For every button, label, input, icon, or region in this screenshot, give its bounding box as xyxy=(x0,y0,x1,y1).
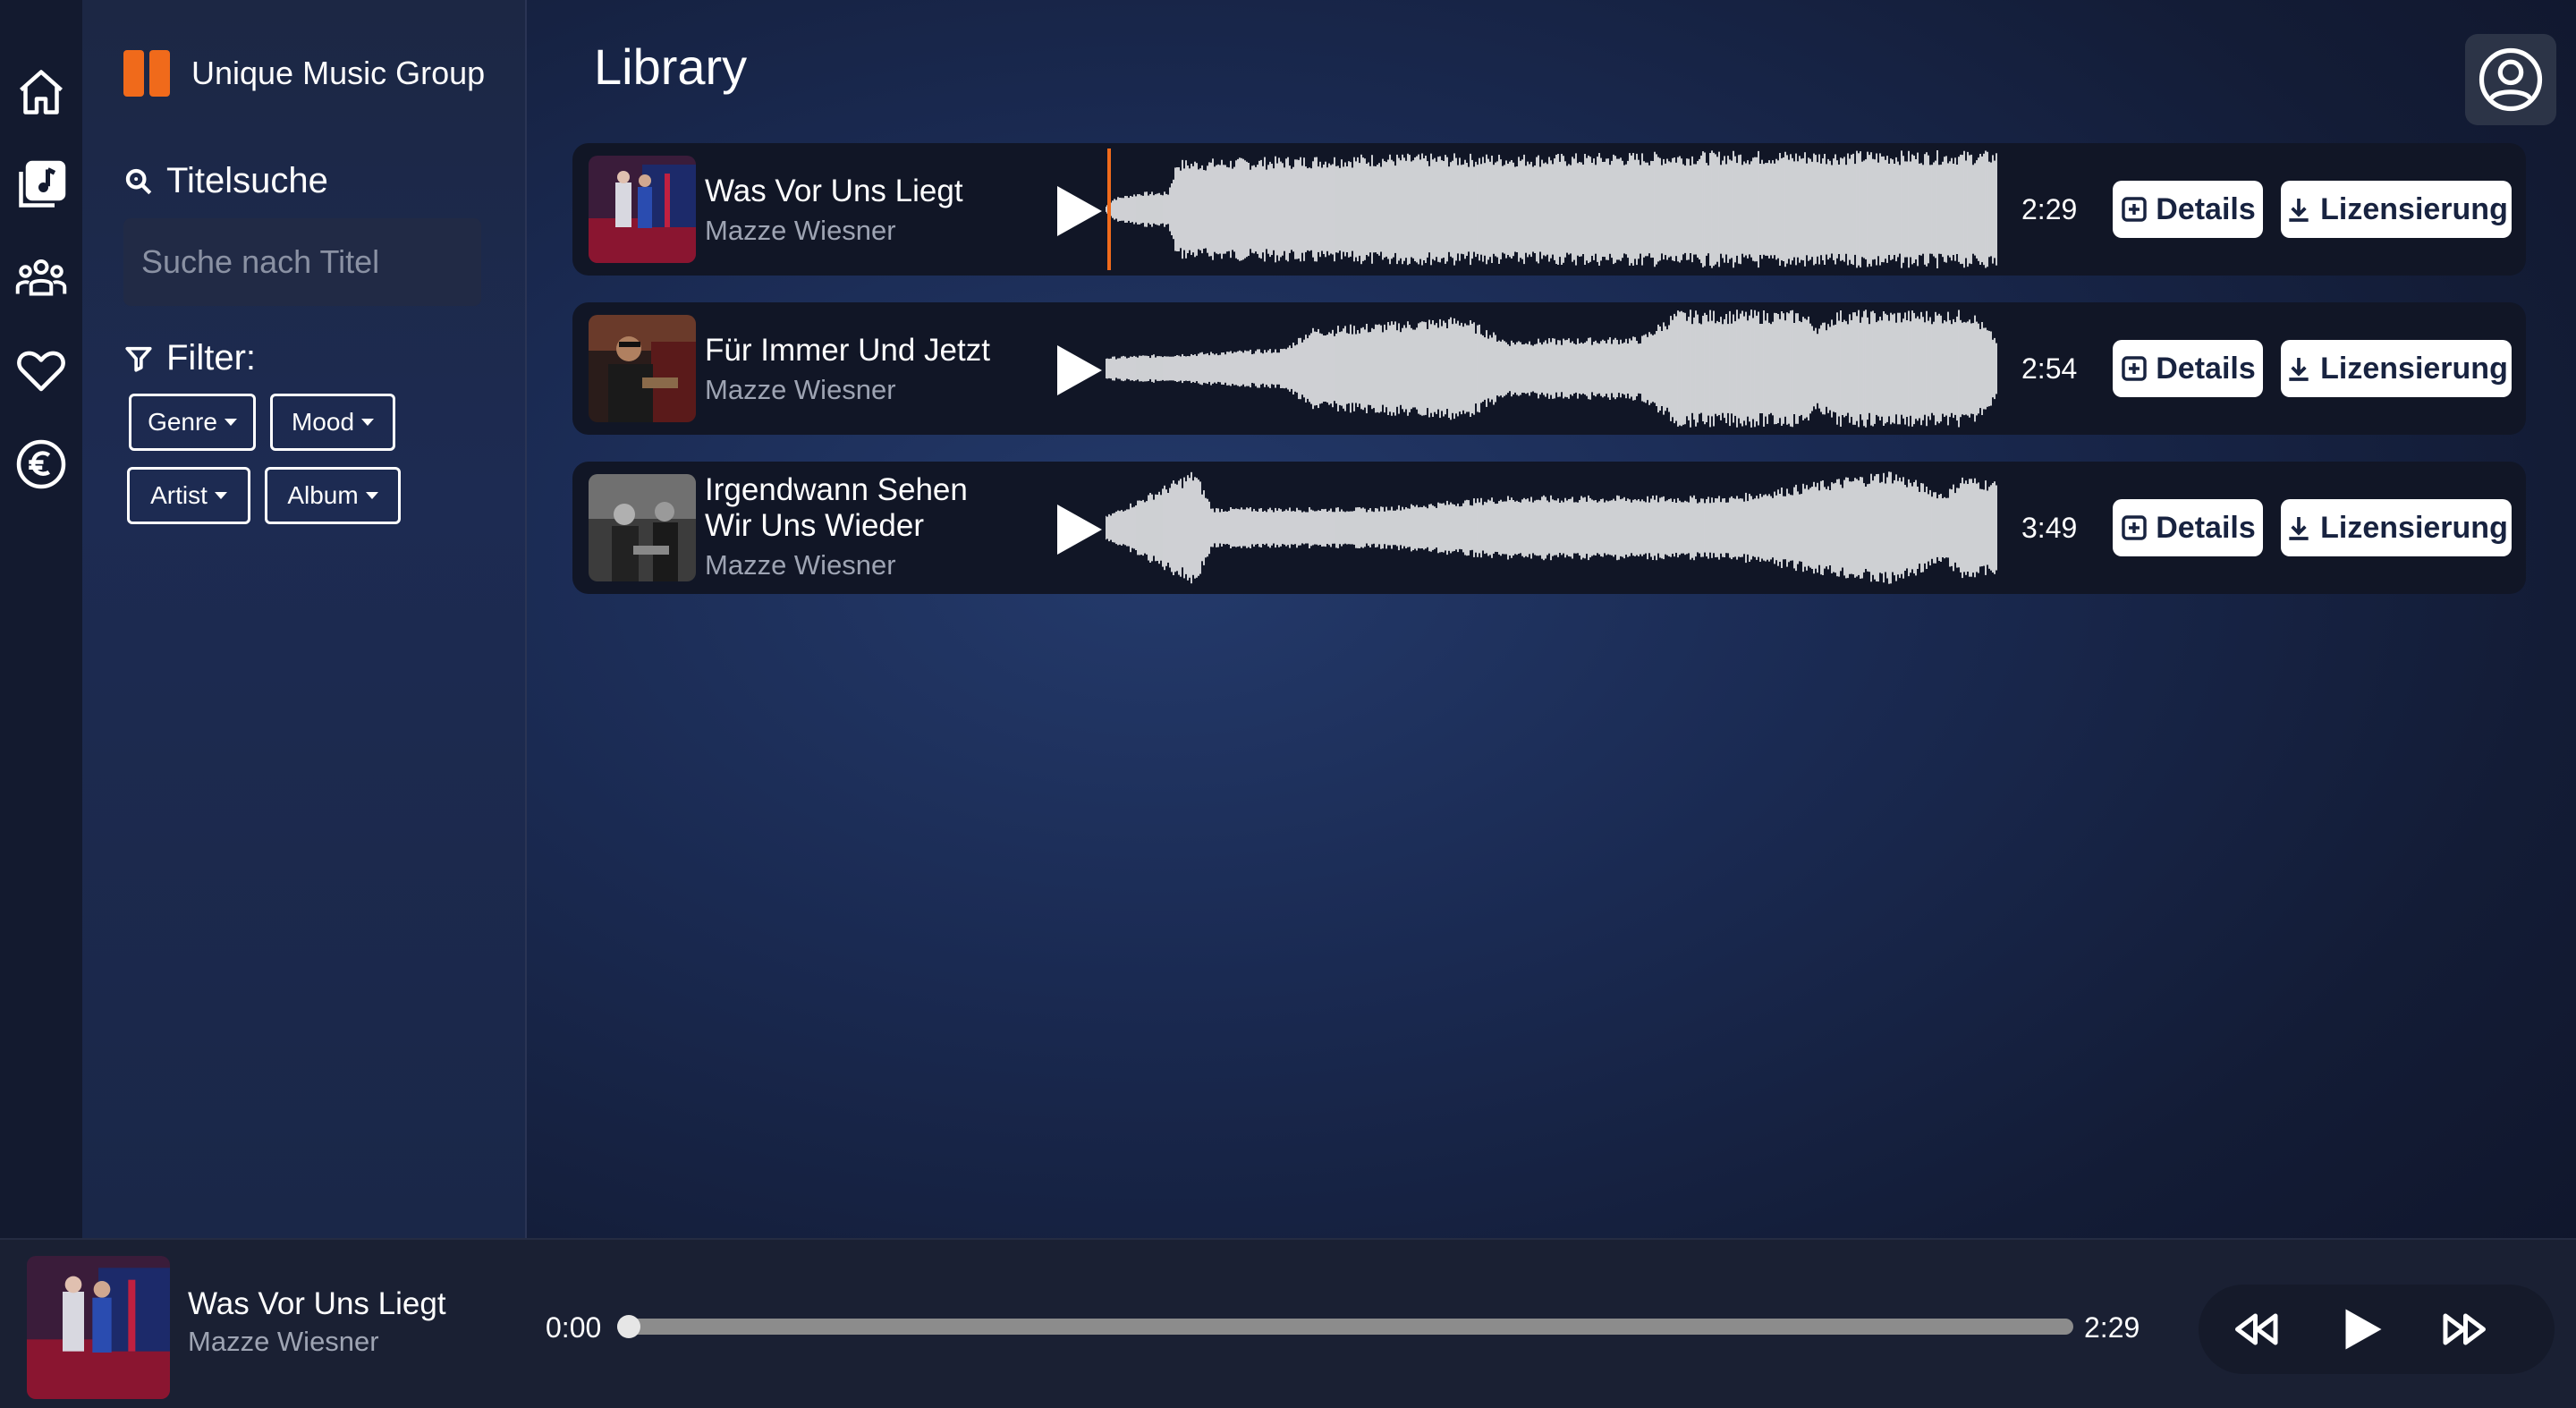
profile-button[interactable] xyxy=(2465,34,2556,125)
details-button[interactable]: Details xyxy=(2113,499,2263,556)
player-total-time: 2:29 xyxy=(2084,1311,2140,1344)
brand-name: Unique Music Group xyxy=(191,55,486,91)
player-progress-thumb[interactable] xyxy=(617,1315,640,1338)
filter-genre-dropdown[interactable]: Genre xyxy=(129,394,256,451)
nav-artists[interactable] xyxy=(10,247,72,310)
fast-forward-icon xyxy=(2443,1313,2486,1345)
license-button[interactable]: Lizensierung xyxy=(2281,499,2512,556)
plus-square-icon xyxy=(2122,356,2147,381)
player-current-time: 0:00 xyxy=(546,1311,602,1344)
caret-down-icon xyxy=(214,492,227,499)
brand[interactable]: Unique Music Group xyxy=(123,50,485,97)
sidebar: Unique Music Group Titelsuche Filter: Ge… xyxy=(82,0,527,1238)
download-icon xyxy=(2289,358,2309,381)
filter-title: Filter: xyxy=(123,338,256,378)
track-cover xyxy=(589,474,696,581)
track-row: Für Immer Und Jetzt Mazze Wiesner 2:54 D… xyxy=(572,302,2526,435)
player-title: Was Vor Uns Liegt xyxy=(188,1286,446,1321)
filter-mood-label: Mood xyxy=(291,408,355,436)
filter-genre-label: Genre xyxy=(148,408,217,436)
caret-down-icon xyxy=(224,419,237,426)
track-title-line2[interactable]: Wir Uns Wieder xyxy=(705,508,924,544)
user-circle-icon xyxy=(2479,47,2543,112)
track-artist[interactable]: Mazze Wiesner xyxy=(705,549,896,581)
search-icon xyxy=(125,168,152,194)
track-title[interactable]: Für Immer Und Jetzt xyxy=(705,333,990,369)
home-icon xyxy=(20,70,63,115)
player-bar: Was Vor Uns Liegt Mazze Wiesner 0:00 2:2… xyxy=(0,1238,2576,1408)
nav-billing[interactable] xyxy=(10,433,72,496)
player-play-button[interactable] xyxy=(2334,1302,2388,1356)
details-label: Details xyxy=(2156,510,2256,545)
filter-icon xyxy=(125,346,152,372)
license-label: Lizensierung xyxy=(2320,351,2508,386)
brand-logo xyxy=(123,50,170,97)
icon-rail xyxy=(0,0,82,1238)
filter-artist-dropdown[interactable]: Artist xyxy=(127,467,250,524)
player-controls xyxy=(2199,1285,2555,1374)
waveform[interactable] xyxy=(1106,308,1998,429)
forward-button[interactable] xyxy=(2436,1302,2490,1356)
page-title: Library xyxy=(594,38,748,95)
play-icon xyxy=(1057,505,1102,555)
search-input[interactable] xyxy=(123,218,481,306)
track-artist[interactable]: Mazze Wiesner xyxy=(705,374,896,406)
track-duration: 2:54 xyxy=(2021,352,2078,385)
track-cover xyxy=(589,315,696,422)
filter-title-label: Filter: xyxy=(166,338,256,377)
nav-home[interactable] xyxy=(10,61,72,123)
play-icon xyxy=(1057,186,1102,236)
nav-library[interactable] xyxy=(10,154,72,216)
play-icon xyxy=(1057,345,1102,395)
track-title[interactable]: Was Vor Uns Liegt xyxy=(705,174,963,209)
waveform[interactable] xyxy=(1106,148,1998,270)
artists-icon xyxy=(15,259,67,296)
rewind-icon xyxy=(2235,1313,2278,1345)
plus-square-icon xyxy=(2122,515,2147,540)
filter-artist-label: Artist xyxy=(150,481,208,509)
download-icon xyxy=(2289,517,2309,540)
music-library-icon xyxy=(19,160,66,208)
license-label: Lizensierung xyxy=(2320,191,2508,226)
filter-mood-dropdown[interactable]: Mood xyxy=(270,394,395,451)
filter-album-label: Album xyxy=(287,481,359,509)
player-progress-bar[interactable] xyxy=(617,1319,2073,1335)
play-button[interactable] xyxy=(1052,182,1106,240)
license-button[interactable]: Lizensierung xyxy=(2281,181,2512,238)
nav-favorites[interactable] xyxy=(10,340,72,403)
track-row: Was Vor Uns Liegt Mazze Wiesner 2:29 Det… xyxy=(572,143,2526,276)
player-cover xyxy=(27,1256,170,1399)
license-button[interactable]: Lizensierung xyxy=(2281,340,2512,397)
player-artist: Mazze Wiesner xyxy=(188,1326,379,1357)
play-icon xyxy=(2345,1309,2382,1350)
track-artist[interactable]: Mazze Wiesner xyxy=(705,215,896,247)
license-label: Lizensierung xyxy=(2320,510,2508,545)
caret-down-icon xyxy=(361,419,375,426)
heart-icon xyxy=(17,351,65,392)
details-button[interactable]: Details xyxy=(2113,340,2263,397)
euro-icon xyxy=(16,439,66,489)
track-cover xyxy=(589,156,696,263)
track-duration: 3:49 xyxy=(2021,512,2078,544)
rewind-button[interactable] xyxy=(2231,1302,2284,1356)
filter-album-dropdown[interactable]: Album xyxy=(265,467,401,524)
search-title-label: Titelsuche xyxy=(166,161,328,200)
download-icon xyxy=(2289,199,2309,222)
track-title-line1[interactable]: Irgendwann Sehen xyxy=(705,472,968,508)
play-button[interactable] xyxy=(1052,501,1106,558)
search-title: Titelsuche xyxy=(123,161,328,201)
details-label: Details xyxy=(2156,191,2256,226)
play-button[interactable] xyxy=(1052,342,1106,399)
track-duration: 2:29 xyxy=(2021,193,2078,225)
waveform[interactable] xyxy=(1106,467,1998,589)
caret-down-icon xyxy=(365,492,378,499)
details-label: Details xyxy=(2156,351,2256,386)
details-button[interactable]: Details xyxy=(2113,181,2263,238)
track-row: Irgendwann Sehen Wir Uns Wieder Mazze Wi… xyxy=(572,462,2526,594)
plus-square-icon xyxy=(2122,197,2147,222)
